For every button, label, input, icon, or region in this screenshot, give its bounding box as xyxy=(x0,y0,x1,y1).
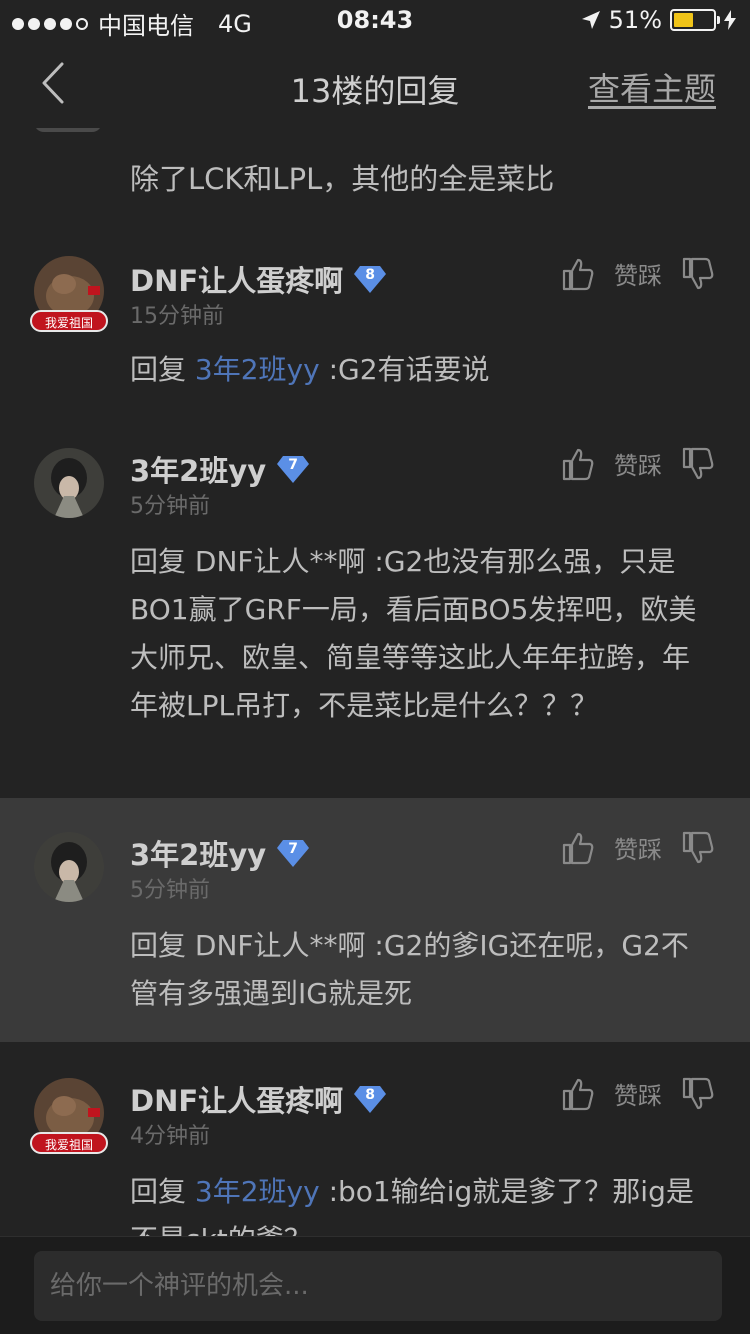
thumbs-up-icon[interactable] xyxy=(562,831,594,865)
mention-link[interactable]: 3年2班yy xyxy=(195,1175,320,1208)
username[interactable]: DNF让人蛋疼啊 8 xyxy=(130,258,387,300)
username-label: DNF让人蛋疼啊 xyxy=(130,1084,344,1118)
nav-bar: 13楼的回复 查看主题 xyxy=(0,40,750,128)
avatar xyxy=(34,128,102,132)
username[interactable]: 3年2班yy 7 xyxy=(130,448,310,490)
list-item-highlighted: 3年2班yy 7 5分钟前 赞踩 回复 DNF让人**啊 :G2的爹IG还在呢，… xyxy=(0,798,750,1042)
comment-text: 回复 DNF让人**啊 :G2也没有那么强，只是BO1赢了GRF一局，看后面BO… xyxy=(130,545,697,722)
vote-label: 赞踩 xyxy=(614,1082,662,1110)
charging-bolt-icon xyxy=(724,10,736,30)
comment-time: 4分钟前 xyxy=(130,1124,210,1149)
username-label: 3年2班yy xyxy=(130,838,267,872)
location-arrow-icon xyxy=(581,11,600,29)
level-number: 8 xyxy=(365,267,376,283)
comment-time: 5分钟前 xyxy=(130,494,210,519)
level-number: 8 xyxy=(365,1087,376,1103)
level-badge: 8 xyxy=(353,1084,387,1114)
username-label: 3年2班yy xyxy=(130,454,267,488)
list-item: 我爱祖国 DNF让人蛋疼啊 8 4分钟前 赞踩 回复 3年2班yy :bo1输给… xyxy=(0,1042,750,1236)
thumbs-down-icon[interactable] xyxy=(682,831,714,865)
comment-actions: 赞踩 xyxy=(562,1076,714,1111)
comment-actions: 赞踩 xyxy=(562,256,714,291)
list-item: 我爱祖国 DNF让人蛋疼啊 8 15分钟前 赞踩 回复 3年2班yy :G2有话… xyxy=(0,228,750,418)
comment-actions: 赞踩 xyxy=(562,446,714,481)
reply-list[interactable]: 除了LCK和LPL，其他的全是菜比 我爱祖国 DNF让人蛋疼啊 8 15分钟前 … xyxy=(0,128,750,1236)
comment-actions: 赞踩 xyxy=(562,830,714,865)
vote-label: 赞踩 xyxy=(614,836,662,864)
vote-label: 赞踩 xyxy=(614,452,662,480)
comment-time: 15分钟前 xyxy=(130,304,224,329)
thumbs-down-icon[interactable] xyxy=(682,447,714,481)
thumbs-up-icon[interactable] xyxy=(562,447,594,481)
view-topic-link[interactable]: 查看主题 xyxy=(588,64,716,110)
avatar-badge: 我爱祖国 xyxy=(30,310,108,332)
comment-time: 5分钟前 xyxy=(130,878,210,903)
reply-text: :G2有话要说 xyxy=(319,353,490,386)
level-number: 7 xyxy=(288,841,299,857)
username[interactable]: 3年2班yy 7 xyxy=(130,832,310,874)
comment-bar xyxy=(0,1236,750,1334)
comment-text: 除了LCK和LPL，其他的全是菜比 xyxy=(130,162,555,196)
level-badge: 8 xyxy=(353,264,387,294)
avatar[interactable] xyxy=(34,832,104,902)
comment-text: 回复 DNF让人**啊 :G2的爹IG还在呢，G2不管有多强遇到IG就是死 xyxy=(130,929,689,1010)
username[interactable]: DNF让人蛋疼啊 8 xyxy=(130,1078,387,1120)
mention-link[interactable]: 3年2班yy xyxy=(195,353,320,386)
reply-prefix: 回复 xyxy=(130,353,195,386)
comment-input[interactable] xyxy=(34,1251,722,1321)
comment-text: 回复 3年2班yy :G2有话要说 xyxy=(130,346,700,394)
battery-icon xyxy=(670,9,720,31)
avatar[interactable] xyxy=(34,448,104,518)
comment-text: 回复 3年2班yy :bo1输给ig就是爹了？那ig是不是skt的爹？ xyxy=(130,1168,700,1236)
list-item: 除了LCK和LPL，其他的全是菜比 xyxy=(0,128,750,228)
battery-percent: 51% xyxy=(608,6,662,34)
reply-prefix: 回复 xyxy=(130,1175,195,1208)
level-number: 7 xyxy=(288,457,299,473)
avatar-badge: 我爱祖国 xyxy=(30,1132,108,1154)
thumbs-up-icon[interactable] xyxy=(562,257,594,291)
status-bar: 中国电信 4G 08:43 51% xyxy=(0,0,750,40)
vote-label: 赞踩 xyxy=(614,262,662,290)
list-item: 3年2班yy 7 5分钟前 赞踩 回复 DNF让人**啊 :G2也没有那么强，只… xyxy=(0,418,750,798)
status-right: 51% xyxy=(581,6,736,34)
thumbs-down-icon[interactable] xyxy=(682,1077,714,1111)
level-badge: 7 xyxy=(276,838,310,868)
thumbs-down-icon[interactable] xyxy=(682,257,714,291)
level-badge: 7 xyxy=(276,454,310,484)
username-label: DNF让人蛋疼啊 xyxy=(130,264,344,298)
thumbs-up-icon[interactable] xyxy=(562,1077,594,1111)
